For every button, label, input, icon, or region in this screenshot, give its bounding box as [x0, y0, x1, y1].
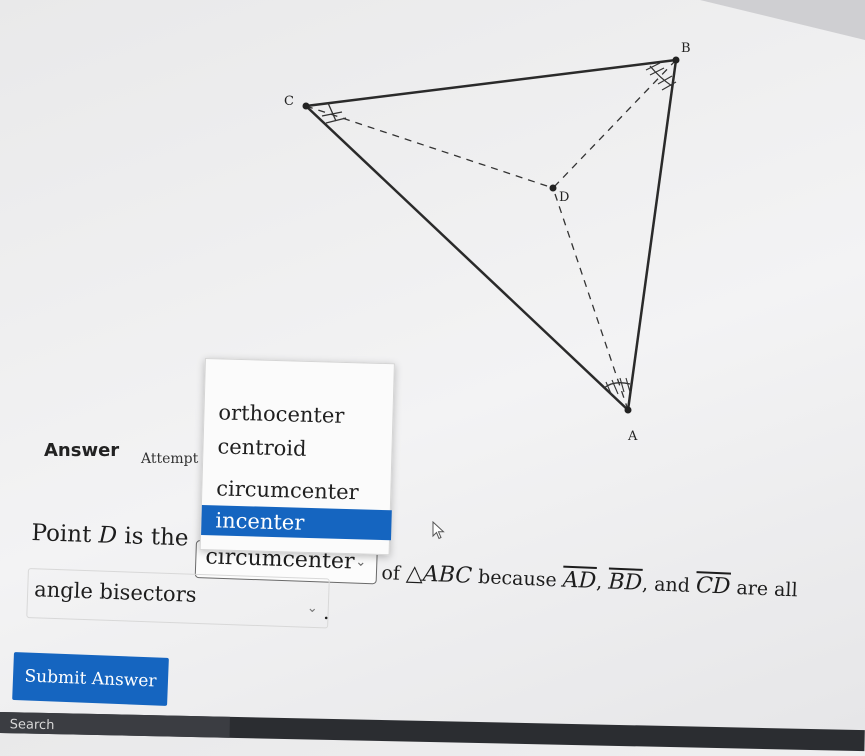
sentence-start: Point D is the — [31, 520, 189, 551]
option-centroid[interactable]: centroid — [203, 431, 394, 466]
word-are-all: are all — [735, 576, 799, 602]
segment-bd — [552, 59, 677, 189]
point-d-text: D — [98, 522, 118, 549]
tick-a2 — [611, 379, 619, 395]
answer-label: Answer — [44, 440, 120, 461]
triangle-diagram: C B A D — [284, 0, 865, 444]
angle-mark-c — [327, 102, 337, 122]
chevron-down-icon: ⌄ — [306, 600, 319, 617]
mouse-cursor-icon — [432, 521, 445, 540]
line-type-value: angle bisectors — [33, 577, 197, 607]
line-type-select[interactable]: angle bisectors ⌄ — [26, 568, 330, 629]
chevron-down-icon: ⌄ — [355, 554, 367, 570]
label-b: B — [681, 41, 691, 56]
submit-answer-button[interactable]: Submit Answer — [12, 652, 169, 706]
taskbar-search[interactable]: Search — [0, 712, 230, 738]
sentence-period: . — [323, 600, 330, 624]
label-a: A — [627, 429, 638, 444]
option-incenter[interactable]: incenter — [201, 504, 392, 541]
word-and: and — [653, 573, 691, 597]
word-because: because — [477, 566, 558, 592]
segment-ad — [552, 187, 629, 411]
triangle-abc: △ABC — [405, 561, 473, 589]
tick-c2 — [325, 117, 347, 124]
point-a — [624, 406, 632, 414]
tick-a3 — [619, 377, 625, 393]
side-cb — [305, 58, 677, 108]
option-orthocenter[interactable]: orthocenter — [204, 397, 395, 432]
side-ba — [626, 59, 678, 411]
center-type-dropdown: orthocenter centroid circumcenter incent… — [199, 358, 395, 556]
word-point: Point — [31, 520, 92, 549]
label-c: C — [284, 94, 294, 109]
segment-ad-text: AD — [562, 567, 597, 594]
point-d — [549, 184, 557, 192]
label-d: D — [559, 190, 569, 205]
option-circumcenter[interactable]: circumcenter — [202, 473, 393, 508]
attempt-label: Attempt — [141, 451, 199, 467]
tick-a4 — [625, 377, 631, 393]
segment-bd-text: BD — [607, 569, 643, 596]
segment-cd-text: CD — [695, 573, 731, 600]
word-is-the: is the — [123, 523, 189, 552]
point-c — [302, 102, 310, 110]
word-of: of — [380, 561, 401, 585]
screen-edge — [700, 0, 865, 40]
point-b — [672, 56, 680, 64]
